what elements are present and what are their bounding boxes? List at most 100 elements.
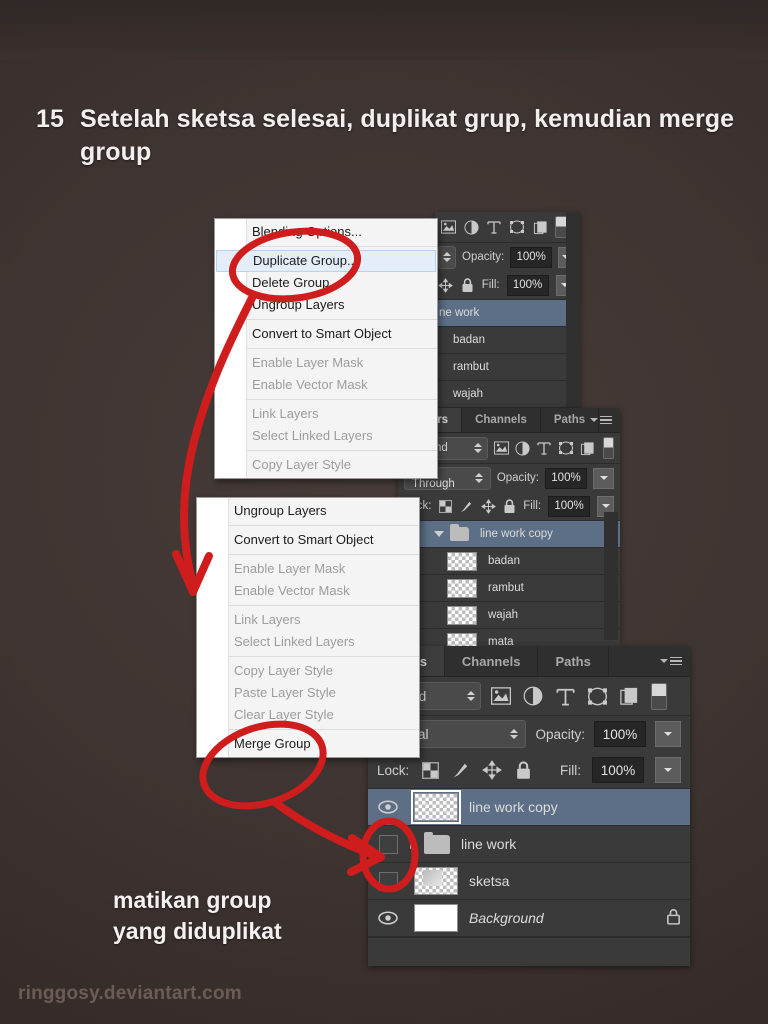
lock-image-pixels-icon[interactable] — [459, 498, 474, 515]
panel2-layer-list: line work copy badan rambut wajah mata — [398, 521, 620, 656]
panel3-layer-list: line work copy line work sketsa Background — [368, 789, 690, 960]
lock-position-icon[interactable] — [438, 277, 453, 294]
layer-visibility-eye-on[interactable] — [368, 789, 408, 825]
menu-item-convert-to-smart-object[interactable]: Convert to Smart Object — [215, 323, 437, 345]
filter-adjustment-icon[interactable] — [515, 438, 532, 458]
table-row[interactable]: rambut — [435, 354, 580, 381]
table-row[interactable]: line work copy — [368, 789, 690, 826]
panel3-fill-value[interactable]: 100% — [592, 757, 644, 783]
lock-position-icon[interactable] — [480, 498, 496, 515]
panel3-opacity-dropdown-icon[interactable] — [655, 721, 681, 747]
context-menu-bottom-list: Ungroup Layers Convert to Smart Object Ena… — [197, 498, 419, 757]
menu-item-convert-to-smart-object[interactable]: Convert to Smart Object — [197, 529, 419, 551]
panel1-blend-mode-select[interactable] — [438, 245, 456, 269]
lock-all-icon[interactable] — [460, 277, 475, 294]
lock-transparent-pixels-icon[interactable] — [420, 760, 440, 780]
menu-item-enable-layer-mask: Enable Layer Mask — [234, 561, 346, 576]
layer-thumbnail[interactable] — [414, 904, 458, 932]
panel3-menu-icon[interactable] — [660, 655, 682, 667]
layer-thumbnail[interactable] — [447, 605, 477, 625]
layer-name: Background — [469, 910, 544, 926]
panel1-fill-value[interactable]: 100% — [506, 274, 549, 296]
folder-icon — [424, 831, 450, 854]
panel3-tab-channels[interactable]: Channels — [445, 646, 539, 676]
lock-image-pixels-icon[interactable] — [451, 760, 471, 780]
filter-type-icon[interactable] — [553, 684, 577, 708]
panel1-opacity-value[interactable]: 100% — [510, 246, 553, 268]
table-row[interactable]: sketsa — [368, 863, 690, 900]
panel2-opacity-dropdown-icon[interactable] — [593, 467, 614, 489]
panel2-menu-icon[interactable] — [590, 414, 612, 426]
menu-item-merge-group[interactable]: Merge Group — [197, 733, 419, 755]
step-text: Setelah sketsa selesai, duplikat grup, k… — [80, 105, 735, 166]
table-row[interactable]: wajah — [398, 602, 620, 629]
filter-toggle-switch[interactable] — [602, 437, 614, 459]
table-row[interactable]: badan — [435, 327, 580, 354]
layer-visibility-eye-off[interactable] — [368, 826, 408, 862]
layer-name: ne work — [439, 307, 480, 319]
menu-item-ungroup-layers[interactable]: Ungroup Layers — [197, 500, 419, 522]
table-row[interactable]: badan — [398, 548, 620, 575]
chevron-down-icon[interactable] — [434, 531, 444, 537]
filter-type-icon[interactable] — [536, 438, 553, 458]
filter-toggle-switch[interactable] — [651, 682, 667, 710]
table-row[interactable]: line work — [368, 826, 690, 863]
lock-transparent-pixels-icon[interactable] — [438, 498, 452, 515]
table-row[interactable]: wajah — [435, 381, 580, 408]
filter-adjustment-icon[interactable] — [521, 684, 545, 708]
panel2-tab-channels[interactable]: Channels — [462, 408, 541, 432]
menu-item-link-layers: Link Layers — [252, 406, 319, 421]
table-row[interactable]: ne work — [435, 300, 580, 327]
menu-item-ungroup-layers[interactable]: Ungroup Layers — [215, 294, 437, 316]
table-row[interactable]: rambut — [398, 575, 620, 602]
menu-item-blending-options[interactable]: Blending Options... — [215, 221, 437, 243]
menu-item-duplicate-group[interactable]: Duplicate Group... — [216, 250, 436, 272]
table-row[interactable]: line work copy — [398, 521, 620, 548]
panel2-scrollbar[interactable] — [604, 512, 618, 640]
menu-separator — [228, 605, 419, 606]
table-row[interactable]: Background — [368, 900, 690, 937]
panel1-blend-row: Opacity: 100% — [435, 243, 580, 271]
layer-thumbnail[interactable] — [414, 867, 458, 895]
panel1-scrollbar[interactable] — [566, 212, 580, 407]
panel1-fill-label: Fill: — [481, 279, 500, 291]
layer-thumbnail[interactable] — [447, 578, 477, 598]
layer-name: rambut — [453, 361, 489, 373]
panel2-lock-row: Lock: Fill: 100% — [398, 492, 620, 521]
panel3-fill-dropdown-icon[interactable] — [655, 757, 681, 783]
menu-item-select-linked-layers: Select Linked Layers — [252, 428, 373, 443]
filter-smartobject-icon[interactable] — [530, 217, 550, 237]
filter-smartobject-icon[interactable] — [617, 684, 641, 708]
annotation-line-2: yang diduplikat — [113, 918, 282, 944]
panel1-lock-row: Fill: 100% — [435, 271, 580, 300]
filter-pixel-icon[interactable] — [493, 438, 510, 458]
filter-pixel-icon[interactable] — [438, 217, 458, 237]
panel3-tab-paths[interactable]: Paths — [538, 646, 609, 676]
filter-shape-icon[interactable] — [585, 684, 609, 708]
context-menu-top-list: Blending Options... Duplicate Group... Del… — [215, 219, 437, 478]
filter-shape-icon[interactable] — [558, 438, 575, 458]
layer-thumbnail[interactable] — [411, 790, 461, 824]
layer-name: rambut — [488, 582, 524, 594]
context-menu-group-top[interactable]: Blending Options... Duplicate Group... Del… — [214, 218, 438, 479]
panel3-lock-label: Lock: — [377, 762, 410, 778]
menu-item-copy-layer-style: Copy Layer Style — [234, 663, 333, 678]
annotation-line-1: matikan group — [113, 887, 272, 913]
filter-type-icon[interactable] — [484, 217, 504, 237]
panel3-opacity-value[interactable]: 100% — [594, 721, 646, 747]
step-number: 15 — [36, 105, 65, 133]
menu-item-delete-group[interactable]: Delete Group — [215, 272, 437, 294]
panel2-fill-value[interactable]: 100% — [548, 495, 591, 517]
context-menu-group-bottom[interactable]: Ungroup Layers Convert to Smart Object Ena… — [196, 497, 420, 758]
filter-pixel-icon[interactable] — [489, 684, 513, 708]
lock-all-icon[interactable] — [503, 498, 516, 515]
menu-item-copy-layer-style: Copy Layer Style — [252, 457, 351, 472]
chevron-right-icon[interactable] — [410, 839, 416, 849]
panel2-opacity-value[interactable]: 100% — [545, 467, 587, 489]
filter-shape-icon[interactable] — [507, 217, 527, 237]
filter-smartobject-icon[interactable] — [579, 438, 596, 458]
lock-all-icon[interactable] — [513, 760, 533, 780]
filter-adjustment-icon[interactable] — [461, 217, 481, 237]
layer-thumbnail[interactable] — [447, 551, 477, 571]
lock-position-icon[interactable] — [482, 760, 503, 780]
